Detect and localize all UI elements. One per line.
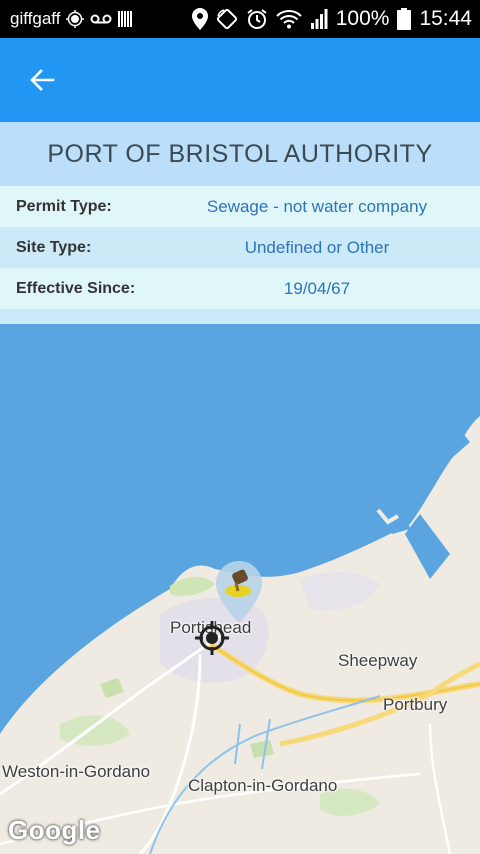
map-label-weston-in-gordano: Weston-in-Gordano — [2, 762, 151, 781]
clock: 15:44 — [419, 7, 472, 30]
map-label-clapton-in-gordano: Clapton-in-Gordano — [188, 776, 338, 795]
detail-row-permit-type: Permit Type: Sewage - not water company — [0, 186, 480, 227]
status-bar: giffgaff 100% 15:44 — [0, 0, 480, 38]
alarm-icon — [246, 8, 268, 30]
map-view[interactable]: Portishead Sheepway Portbury Weston-in-G… — [0, 324, 480, 854]
app-bar — [0, 38, 480, 122]
back-button[interactable] — [24, 62, 60, 98]
detail-row-site-type: Site Type: Undefined or Other — [0, 227, 480, 268]
voicemail-icon — [90, 12, 112, 26]
my-location-icon[interactable] — [194, 620, 230, 656]
detail-row-effective-since: Effective Since: 19/04/67 — [0, 268, 480, 309]
map-label-sheepway: Sheepway — [338, 651, 418, 670]
detail-label: Permit Type: — [16, 197, 112, 215]
sewage-discharge-marker-icon[interactable] — [216, 561, 262, 623]
wifi-icon — [276, 9, 302, 29]
battery-icon — [397, 8, 412, 30]
carrier-name: giffgaff — [10, 9, 61, 28]
google-attribution-logo: Google — [8, 815, 101, 845]
arrow-back-icon — [30, 69, 55, 91]
detail-label: Effective Since: — [16, 279, 136, 297]
location-pin-icon — [191, 8, 208, 30]
battery-percent: 100% — [335, 7, 390, 30]
page-title: PORT OF BRISTOL AUTHORITY — [47, 139, 433, 168]
detail-value: Undefined or Other — [244, 237, 390, 257]
barcode-icon — [118, 10, 134, 28]
permit-details: Permit Type: Sewage - not water company … — [0, 186, 480, 309]
title-band: PORT OF BRISTOL AUTHORITY — [0, 122, 480, 186]
map-label-portbury: Portbury — [383, 695, 448, 714]
detail-value: Sewage - not water company — [206, 196, 428, 216]
screen-rotation-icon — [216, 8, 238, 30]
signal-icon — [310, 9, 328, 29]
details-footer-band — [0, 309, 480, 324]
gps-fix-icon — [66, 10, 85, 28]
detail-label: Site Type: — [16, 238, 92, 256]
detail-value: 19/04/67 — [283, 278, 351, 298]
